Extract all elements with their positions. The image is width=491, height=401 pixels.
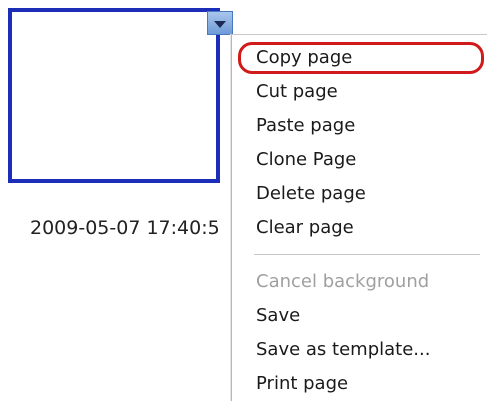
menu-item-cancel-background: Cancel background	[256, 271, 430, 292]
page-menu-dropdown-button[interactable]	[207, 11, 233, 35]
menu-item-save[interactable]: Save	[256, 301, 300, 331]
menu-item-paste-page[interactable]: Paste page	[256, 111, 355, 141]
menu-separator	[254, 254, 480, 255]
page-thumbnail[interactable]	[8, 8, 220, 183]
screenshot-stage: 2009-05-07 17:40:5 Copy page Cut page Pa…	[0, 0, 491, 401]
menu-item-save-as-template[interactable]: Save as template...	[256, 335, 430, 365]
menu-item-delete-page[interactable]: Delete page	[256, 179, 366, 209]
menu-item-clone-page[interactable]: Clone Page	[256, 145, 356, 175]
menu-item-print-page[interactable]: Print page	[256, 369, 348, 399]
page-context-menu: Copy page Cut page Paste page Clone Page…	[231, 34, 487, 401]
chevron-down-icon	[214, 20, 226, 28]
menu-item-cut-page[interactable]: Cut page	[256, 77, 338, 107]
page-timestamp: 2009-05-07 17:40:5	[30, 217, 220, 239]
menu-item-copy-page[interactable]: Copy page	[256, 43, 352, 73]
menu-item-clear-page[interactable]: Clear page	[256, 213, 354, 243]
